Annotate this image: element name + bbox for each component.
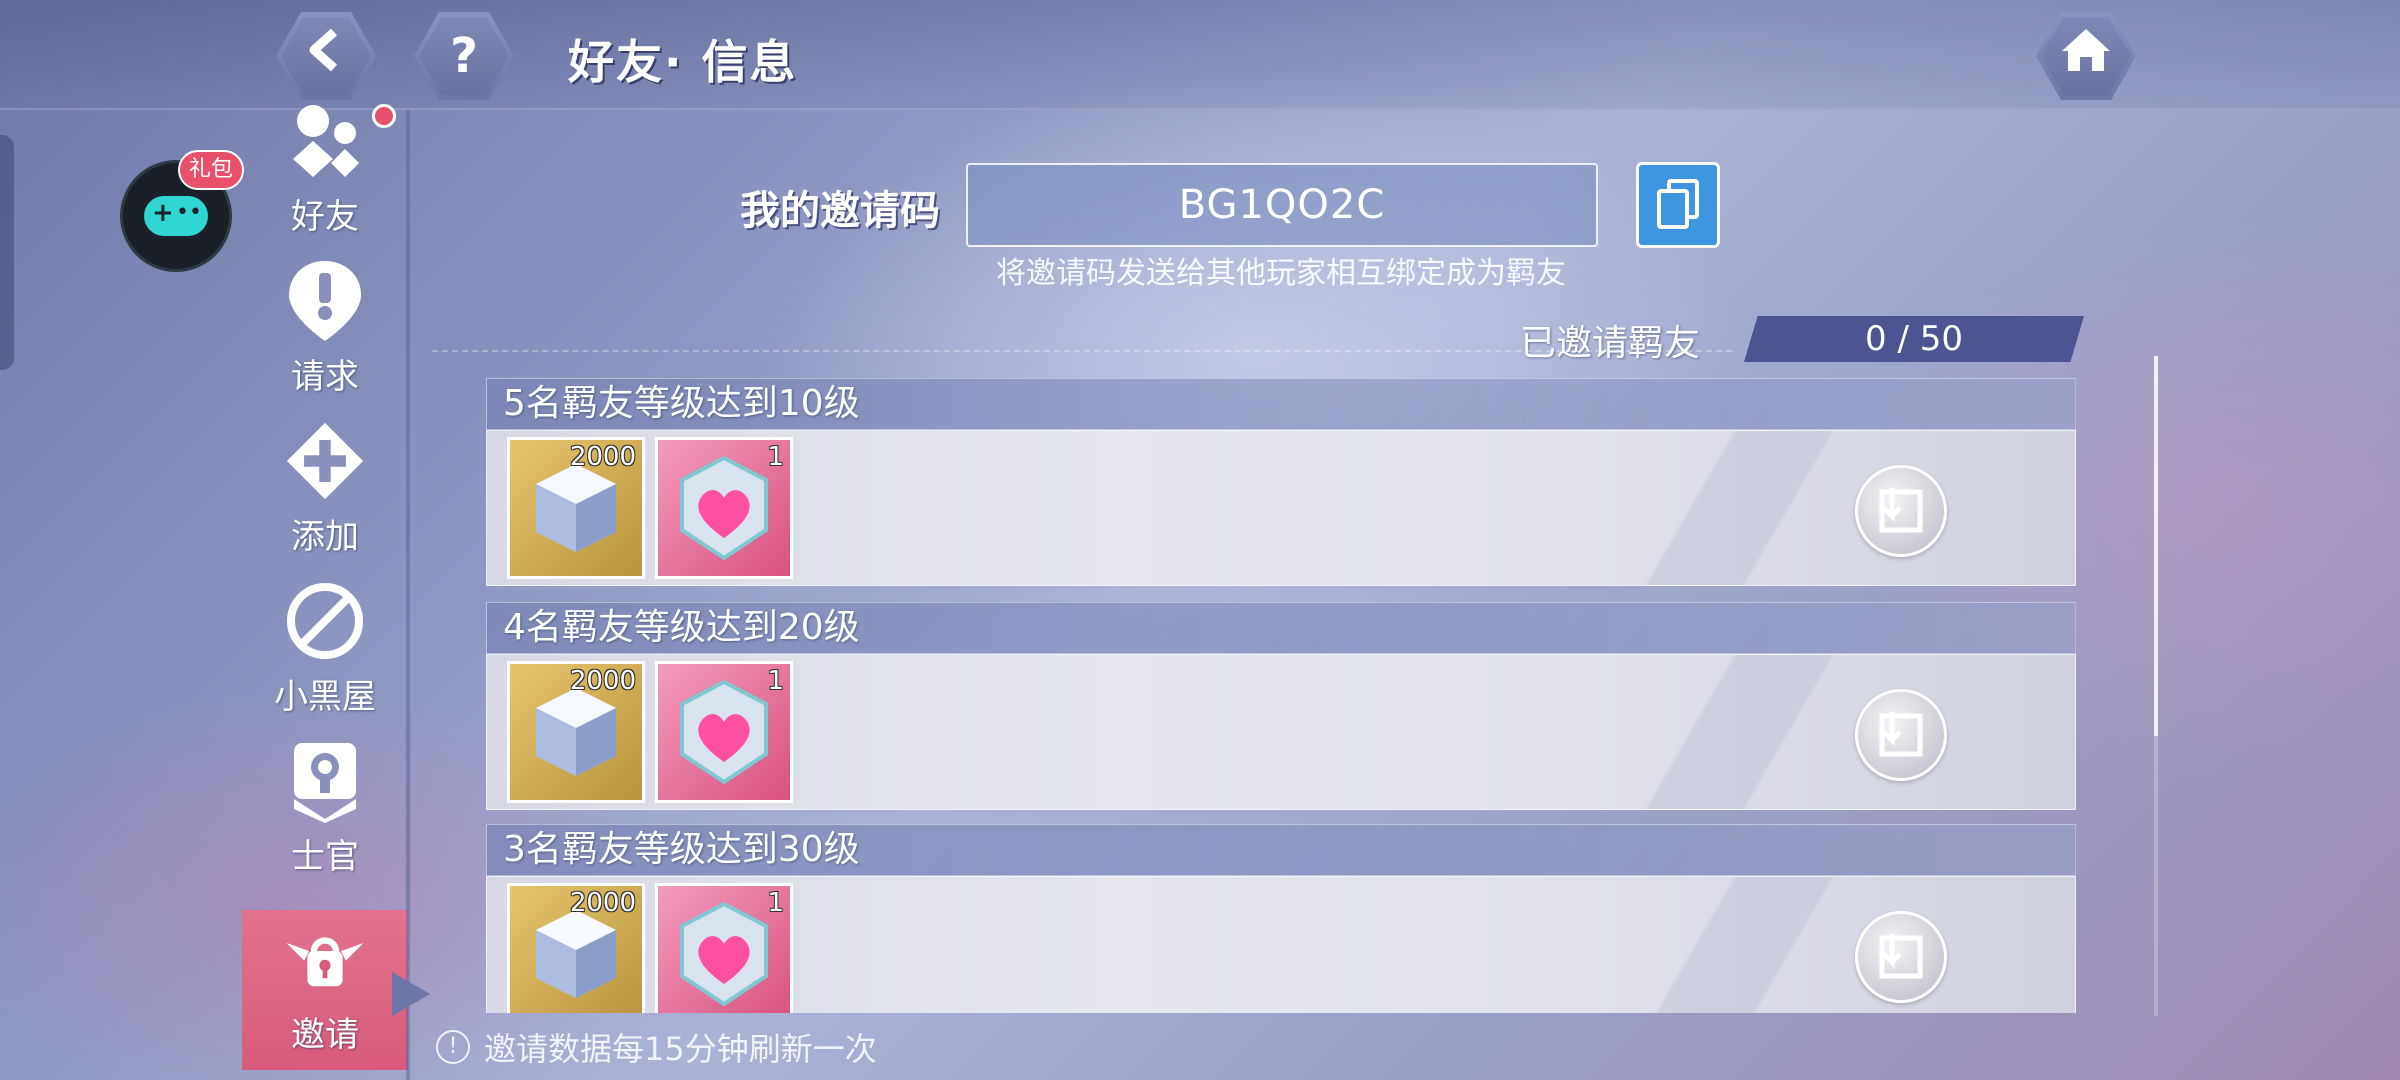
claim-icon [1879, 712, 1923, 757]
refresh-note-text: 邀请数据每15分钟刷新一次 [484, 1030, 877, 1068]
sidebar-item-label: 好友 [291, 197, 359, 237]
reward-crystal[interactable]: 2000 [507, 883, 645, 1013]
claim-icon [1879, 488, 1923, 533]
reward-quantity: 1 [767, 666, 784, 696]
info-icon: ! [436, 1030, 470, 1064]
task-card: 5名羁友等级达到10级 2000 1 [486, 378, 2076, 586]
copy-button[interactable] [1636, 162, 1720, 248]
sidebar-item-label: 小黑屋 [274, 677, 376, 717]
reward-quantity: 2000 [569, 666, 636, 696]
task-card: 3名羁友等级达到30级 2000 1 [486, 824, 2076, 1013]
claim-button[interactable] [1855, 911, 1947, 1003]
sidebar-item-officer[interactable]: 士官 [242, 732, 408, 892]
sidebar-item-friends[interactable]: 好友 [242, 105, 408, 252]
reward-crystal[interactable]: 2000 [507, 661, 645, 803]
help-icon: ? [450, 28, 478, 84]
task-title: 5名羁友等级达到10级 [486, 378, 2076, 430]
back-arrow-icon [306, 28, 346, 84]
reward-heart-badge[interactable]: 1 [655, 437, 793, 579]
invite-code-label: 我的邀请码 [740, 188, 940, 234]
invite-icon [285, 919, 365, 999]
divider [432, 350, 1732, 352]
invited-friends-label: 已邀请羁友 [1520, 323, 1701, 364]
sidebar-item-requests[interactable]: 请求 [242, 252, 408, 412]
reward-heart-badge[interactable]: 1 [655, 883, 793, 1013]
sidebar-item-invite[interactable]: 邀请 [242, 910, 408, 1070]
sidebar-item-label: 请求 [291, 357, 359, 397]
notification-dot [372, 104, 396, 128]
sidebar-item-add[interactable]: 添加 [242, 412, 408, 572]
reward-quantity: 1 [767, 442, 784, 472]
active-indicator-arrow [392, 972, 430, 1016]
reward-quantity: 1 [767, 888, 784, 918]
task-body: 2000 1 [486, 430, 2076, 586]
task-body: 2000 1 [486, 876, 2076, 1013]
scrollbar-thumb[interactable] [2154, 356, 2158, 736]
left-edge-tab[interactable] [0, 135, 14, 370]
reward-quantity: 2000 [569, 888, 636, 918]
officer-icon [285, 741, 365, 823]
claim-button[interactable] [1855, 465, 1947, 557]
reward-quantity: 2000 [569, 442, 636, 472]
claim-button[interactable] [1855, 689, 1947, 781]
task-title: 4名羁友等级达到20级 [486, 602, 2076, 654]
gift-badge[interactable]: 礼包 [178, 150, 244, 190]
task-list[interactable]: 5名羁友等级达到10级 2000 1 4名羁友等级达到20级 2000 1 3名… [486, 378, 2076, 1013]
invited-friends-count: 0 / 50 [1744, 316, 2084, 362]
refresh-note: ! 邀请数据每15分钟刷新一次 [436, 1024, 877, 1070]
plus-icon [285, 421, 365, 501]
task-card: 4名羁友等级达到20级 2000 1 [486, 602, 2076, 810]
exclamation-icon [285, 261, 365, 341]
block-icon [285, 581, 365, 661]
scrollbar-track[interactable] [2154, 736, 2158, 1016]
gamepad-icon [144, 196, 208, 236]
sidebar: 好友 请求 添加 小黑屋 士官 邀请 [242, 105, 410, 1080]
invite-hint: 将邀请码发送给其他玩家相互绑定成为羁友 [996, 256, 1566, 291]
friends-icon [285, 101, 365, 181]
task-body: 2000 1 [486, 654, 2076, 810]
claim-icon [1879, 934, 1923, 979]
reward-heart-badge[interactable]: 1 [655, 661, 793, 803]
invite-code-field[interactable]: BG1QO2C [966, 163, 1598, 247]
task-title: 3名羁友等级达到30级 [486, 824, 2076, 876]
sidebar-item-label: 添加 [291, 517, 359, 557]
sidebar-item-label: 士官 [291, 837, 359, 877]
sidebar-item-blacklist[interactable]: 小黑屋 [242, 572, 408, 732]
sidebar-item-label: 邀请 [291, 1015, 359, 1055]
page-title: 好友· 信息 [568, 35, 798, 89]
home-icon [2058, 25, 2114, 87]
reward-crystal[interactable]: 2000 [507, 437, 645, 579]
